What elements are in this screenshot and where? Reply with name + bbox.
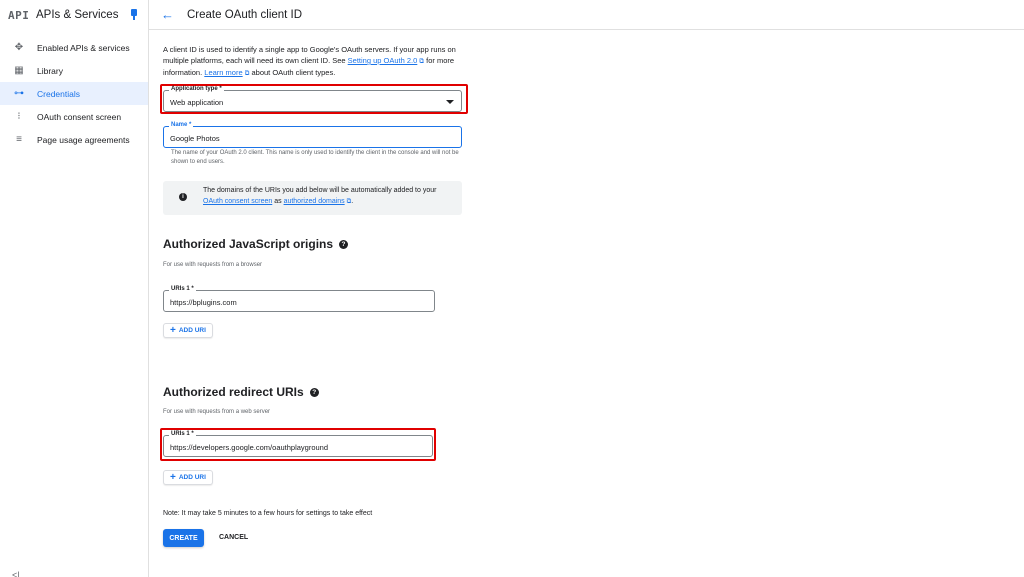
js-origins-heading-text: Authorized JavaScript origins [163,237,334,251]
add-uri-label: ADD URI [178,327,206,334]
sidebar-nav: ✥ Enabled APIs & services ▦ Library ⊶ Cr… [0,36,148,151]
info-icon: i [179,193,187,201]
settings-list-icon: ≡ [16,134,22,145]
intro-text-part: about OAuth client types. [249,68,336,77]
consent-icon: ⁝ [17,111,21,122]
sidebar: API APIs & Services ✥ Enabled APIs & ser… [0,0,149,577]
info-text: The domains of the URIs you add below wi… [203,186,458,207]
authorized-domains-link[interactable]: authorized domains [284,198,345,205]
create-button[interactable]: CREATE [163,529,204,547]
sidebar-item-label: Credentials [37,88,80,99]
info-text-part: as [272,197,284,205]
setting-up-oauth-link[interactable]: Setting up OAuth 2.0 [348,56,418,65]
redirect-uris-heading: Authorized redirect URIs ? [163,385,319,399]
sidebar-item-credentials[interactable]: ⊶ Credentials [0,82,148,105]
sidebar-item-page-usage[interactable]: ≡ Page usage agreements [0,128,148,151]
sidebar-item-library[interactable]: ▦ Library [0,59,148,82]
oauth-consent-screen-link[interactable]: OAuth consent screen [203,198,272,205]
js-origins-heading: Authorized JavaScript origins ? [163,237,349,251]
name-helper-text: The name of your OAuth 2.0 client. This … [171,150,459,165]
add-uri-label: ADD URI [178,474,206,481]
js-origin-uri-value: https://bplugins.com [170,298,237,307]
application-type-select[interactable]: Application type * Web application [163,86,462,112]
info-banner: i The domains of the URIs you add below … [163,181,462,215]
redirect-uri-input[interactable]: URIs 1 * https://developers.google.com/o… [163,431,433,457]
application-type-label: Application type * [169,86,224,92]
plus-icon: + [170,325,176,336]
help-icon[interactable]: ? [309,387,319,397]
help-icon[interactable]: ? [339,239,349,249]
sidebar-item-label: Page usage agreements [37,134,130,145]
sidebar-item-oauth-consent[interactable]: ⁝ OAuth consent screen [0,105,148,128]
cancel-button[interactable]: CANCEL [219,534,248,541]
sidebar-item-label: Enabled APIs & services [37,42,130,53]
api-logo: API [8,8,30,22]
info-text-part: The domains of the URIs you add below wi… [203,187,437,194]
name-value: Google Photos [170,134,220,143]
sidebar-item-label: Library [37,65,63,76]
js-origin-uri-input[interactable]: URIs 1 * https://bplugins.com [163,286,435,312]
key-icon: ⊶ [14,88,24,99]
plus-icon: + [170,472,176,483]
sidebar-title: APIs & Services [36,9,119,21]
add-redirect-uri-button[interactable]: + ADD URI [163,470,213,485]
sidebar-item-label: OAuth consent screen [37,111,122,122]
apis-icon: ✥ [14,42,24,53]
library-icon: ▦ [14,65,24,76]
redirect-uris-subtitle: For use with requests from a web server [163,409,271,415]
collapse-sidebar-icon[interactable]: <| [12,570,20,577]
application-type-value: Web application [170,98,224,107]
name-label: Name * [169,122,194,128]
js-origins-subtitle: For use with requests from a browser [163,262,263,268]
settings-note: Note: It may take 5 minutes to a few hou… [163,510,373,517]
sidebar-item-enabled-apis[interactable]: ✥ Enabled APIs & services [0,36,148,59]
info-text-part: . [351,197,354,205]
page-title: Create OAuth client ID [187,8,303,21]
back-arrow-icon[interactable]: ← [161,7,181,22]
js-origin-uri-label: URIs 1 * [169,286,196,292]
redirect-uris-heading-text: Authorized redirect URIs [163,385,304,399]
redirect-uri-value: https://developers.google.com/oauthplayg… [170,443,329,452]
name-input[interactable]: Name * Google Photos [163,122,462,148]
pin-icon[interactable] [129,9,139,21]
redirect-uri-label: URIs 1 * [169,431,196,437]
sidebar-header: API APIs & Services [0,0,148,30]
add-js-origin-uri-button[interactable]: + ADD URI [163,323,213,338]
page-header: ← Create OAuth client ID [149,0,1024,30]
intro-text: A client ID is used to identify a single… [163,44,463,79]
dropdown-arrow-icon [446,100,454,104]
learn-more-link[interactable]: Learn more [204,68,242,77]
